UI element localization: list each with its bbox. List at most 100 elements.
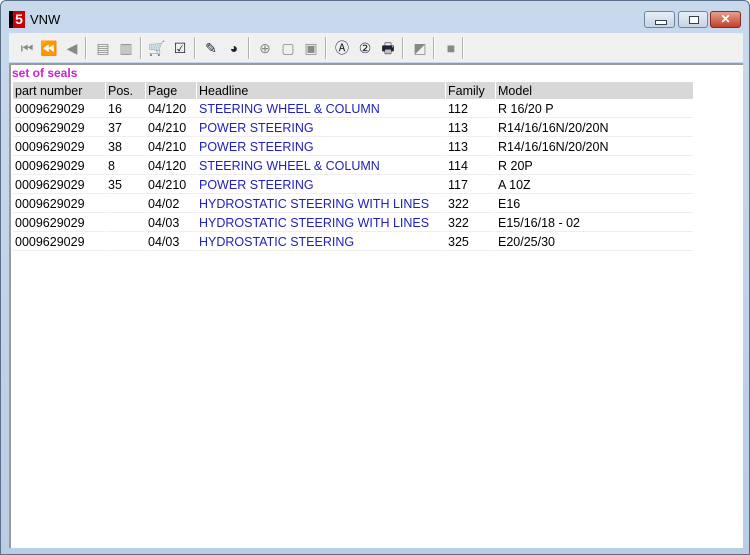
print-button[interactable]: 🖶 [379, 39, 397, 57]
toolbar-separator [325, 37, 327, 59]
back-document-button[interactable]: ▤ [94, 39, 112, 57]
headline-link[interactable]: HYDROSTATIC STEERING WITH LINES [197, 195, 445, 213]
previous-page-button[interactable]: ⏪ [40, 39, 58, 57]
table-cell: 04/03 [146, 214, 196, 232]
seal-tool-button[interactable]: ✎ [202, 39, 220, 57]
page-alt-button[interactable]: ▣ [302, 39, 320, 57]
maximize-button[interactable] [678, 11, 708, 28]
title-bar: 5 VNW [9, 9, 60, 29]
table-cell: 0009629029 [13, 195, 105, 213]
column-header[interactable]: Family [446, 82, 495, 99]
table-cell: 35 [106, 176, 145, 194]
minimize-button[interactable] [644, 11, 675, 28]
headline-link[interactable]: HYDROSTATIC STEERING [197, 233, 445, 251]
table-row[interactable]: 0009629029 35 04/210 POWER STEERING 117 A 10Z [13, 176, 693, 194]
table-cell: 113 [446, 138, 495, 156]
column-header[interactable]: Model [496, 82, 693, 99]
table-row[interactable]: 0009629029 37 04/210 POWER STEERING 113 R14/1… [13, 119, 693, 137]
table-cell: R14/16/16N/20/20N [496, 138, 693, 156]
print-icon: 🖶 [381, 40, 395, 56]
table-cell: 8 [106, 157, 145, 175]
results-table: part number Pos. Page Headline Family Model 0… [12, 81, 694, 252]
column-header[interactable]: Pos. [106, 82, 145, 99]
table-row[interactable]: 0009629029 8 04/120 STEERING WHEEL & COLUMN… [13, 157, 693, 175]
previous-record-button[interactable]: ◀ [63, 39, 81, 57]
table-cell: 04/210 [146, 176, 196, 194]
table-row[interactable]: 0009629029 38 04/210 POWER STEERING 113 R14/1… [13, 138, 693, 156]
toolbar-separator [194, 37, 196, 59]
toolbar: ⏮ ⏪ ◀ ▤ ▥ 🛒 ☑ ✎ ◕ ⊕ ▢ ▣ Ⓐ ② 🖶 ◩ ■ [9, 33, 743, 62]
previous-page-icon: ⏪ [40, 40, 58, 56]
table-cell: 38 [106, 138, 145, 156]
cart-icon: 🛒 [148, 40, 166, 56]
table-cell: 37 [106, 119, 145, 137]
headline-link[interactable]: HYDROSTATIC STEERING WITH LINES [197, 214, 445, 232]
checklist-button[interactable]: ☑ [171, 39, 189, 57]
table-cell: R 16/20 P [496, 100, 693, 118]
headline-link[interactable]: POWER STEERING [197, 119, 445, 137]
table-cell: R14/16/16N/20/20N [496, 119, 693, 137]
search-a-icon: Ⓐ [335, 40, 349, 56]
table-cell [106, 233, 145, 251]
forward-document-icon: ▥ [119, 40, 133, 56]
toolbar-separator [402, 37, 404, 59]
toolbar-separator [248, 37, 250, 59]
stop-icon: ■ [446, 40, 456, 56]
first-record-button[interactable]: ⏮ [18, 39, 36, 57]
table-cell: 325 [446, 233, 495, 251]
application-window: 5 VNW ✕ ⏮ ⏪ ◀ ▤ ▥ 🛒 ☑ ✎ ◕ ⊕ ▢ ▣ Ⓐ ② 🖶 ◩ ■ set of seals p… [0, 0, 750, 555]
table-row[interactable]: 0009629029 04/03 HYDROSTATIC STEERING WITH… [13, 214, 693, 232]
table-cell [106, 214, 145, 232]
table-cell: 0009629029 [13, 157, 105, 175]
table-cell: 04/120 [146, 100, 196, 118]
table-cell: 322 [446, 214, 495, 232]
close-button[interactable]: ✕ [710, 11, 741, 28]
table-cell: 04/120 [146, 157, 196, 175]
table-cell: 0009629029 [13, 214, 105, 232]
table-cell: 114 [446, 157, 495, 175]
table-cell: A 10Z [496, 176, 693, 194]
table-cell: E16 [496, 195, 693, 213]
column-header[interactable]: Page [146, 82, 196, 99]
page-button[interactable]: ▢ [279, 39, 297, 57]
result-caption: set of seals [12, 66, 78, 80]
column-header[interactable]: Headline [197, 82, 445, 99]
page-icon: ▢ [281, 40, 295, 56]
search-2-button[interactable]: ② [356, 39, 374, 57]
globe-button[interactable]: ◕ [225, 39, 243, 57]
checklist-icon: ☑ [173, 40, 187, 56]
stop-button[interactable]: ■ [442, 39, 460, 57]
search-2-icon: ② [358, 40, 372, 56]
table-cell: 04/210 [146, 119, 196, 137]
zoom-in-button[interactable]: ⊕ [256, 39, 274, 57]
table-cell: 322 [446, 195, 495, 213]
table-cell: 04/03 [146, 233, 196, 251]
toolbar-separator [433, 37, 435, 59]
headline-link[interactable]: STEERING WHEEL & COLUMN [197, 100, 445, 118]
app-logo-icon: 5 [9, 10, 25, 28]
table-cell: 16 [106, 100, 145, 118]
table-header-row: part number Pos. Page Headline Family Model [13, 82, 693, 99]
note-button[interactable]: ◩ [411, 39, 429, 57]
table-cell: 113 [446, 119, 495, 137]
results-panel: set of seals part number Pos. Page Headline… [9, 63, 743, 548]
table-row[interactable]: 0009629029 16 04/120 STEERING WHEEL & COLUM… [13, 100, 693, 118]
table-row[interactable]: 0009629029 04/03 HYDROSTATIC STEERING 325 E2… [13, 233, 693, 251]
previous-record-icon: ◀ [66, 40, 78, 56]
column-header[interactable]: part number [13, 82, 105, 99]
table-cell: 117 [446, 176, 495, 194]
headline-link[interactable]: STEERING WHEEL & COLUMN [197, 157, 445, 175]
table-cell: 04/02 [146, 195, 196, 213]
forward-document-button[interactable]: ▥ [117, 39, 135, 57]
table-cell: 0009629029 [13, 100, 105, 118]
search-a-button[interactable]: Ⓐ [333, 39, 351, 57]
cart-button[interactable]: 🛒 [148, 39, 166, 57]
back-document-icon: ▤ [96, 40, 110, 56]
toolbar-separator [85, 37, 87, 59]
table-cell [106, 195, 145, 213]
table-cell: 0009629029 [13, 138, 105, 156]
table-row[interactable]: 0009629029 04/02 HYDROSTATIC STEERING WITH… [13, 195, 693, 213]
headline-link[interactable]: POWER STEERING [197, 138, 445, 156]
table-cell: R 20P [496, 157, 693, 175]
headline-link[interactable]: POWER STEERING [197, 176, 445, 194]
